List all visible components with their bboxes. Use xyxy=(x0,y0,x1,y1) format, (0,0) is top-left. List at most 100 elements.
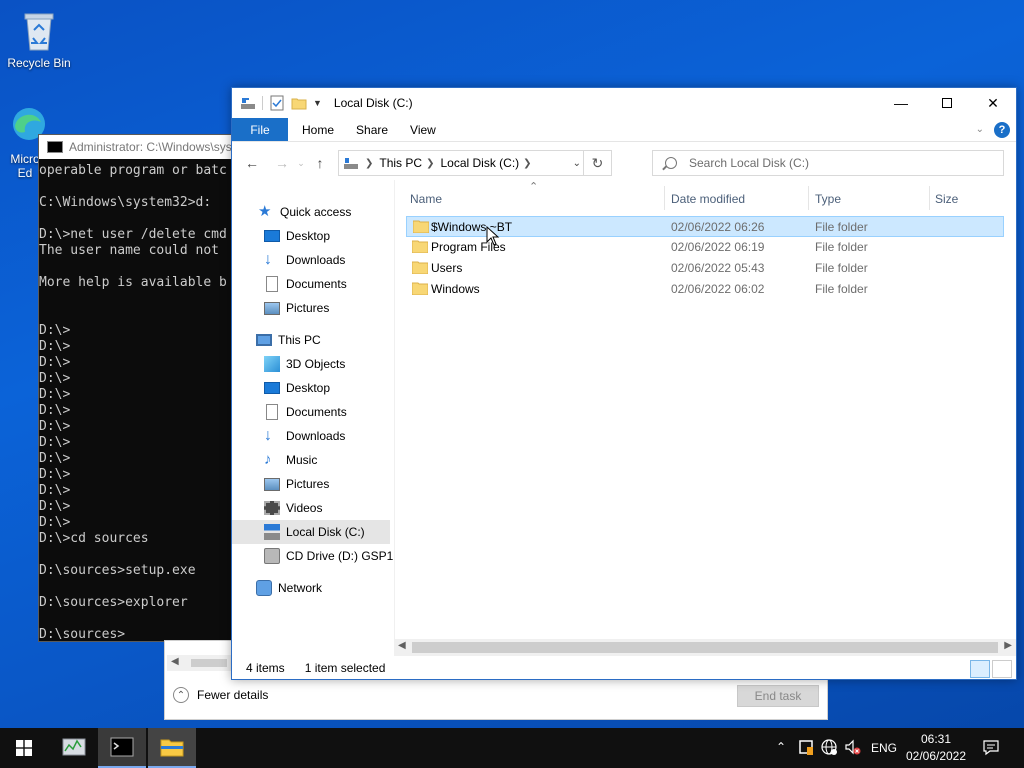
recent-locations-button[interactable]: ⌄ xyxy=(294,151,308,175)
nav-quick-access[interactable]: ★ Quick access xyxy=(258,200,394,224)
windows-update-icon[interactable] xyxy=(798,738,814,759)
breadcrumb-separator-icon[interactable]: ❯ xyxy=(523,158,531,169)
console-titlebar[interactable]: Administrator: C:\Windows\sys xyxy=(39,135,237,159)
breadcrumb-separator-icon[interactable]: ❯ xyxy=(426,158,434,169)
system-clock[interactable]: 06:31 02/06/2022 xyxy=(898,731,974,765)
expand-ribbon-chevron-icon[interactable]: ⌄ xyxy=(976,124,984,135)
file-name: Windows xyxy=(431,282,480,296)
breadcrumb-this-pc[interactable]: This PC xyxy=(379,156,422,170)
sort-ascending-chevron-icon: ⌃ xyxy=(529,181,539,193)
forward-arrow-icon: → xyxy=(275,155,289,171)
breadcrumb-separator-icon[interactable]: ❯ xyxy=(365,158,373,169)
recycle-bin-desktop-icon[interactable]: Recycle Bin xyxy=(0,8,78,70)
nav-qa-documents[interactable]: Documents 📌 xyxy=(264,272,394,296)
taskbar-file-explorer[interactable] xyxy=(148,728,196,768)
column-divider[interactable] xyxy=(664,186,665,210)
nav-qa-desktop[interactable]: Desktop 📌 xyxy=(264,224,394,248)
nav-videos[interactable]: Videos xyxy=(264,496,394,520)
cmd-icon xyxy=(47,141,63,153)
details-view-button[interactable] xyxy=(970,660,990,678)
nav-qa-downloads-label: Downloads xyxy=(286,253,346,267)
taskbar-task-manager[interactable] xyxy=(50,728,98,768)
column-header-size[interactable]: Size xyxy=(935,188,958,210)
search-box[interactable]: Search Local Disk (C:) xyxy=(652,150,1004,176)
pictures-icon xyxy=(264,301,280,315)
nav-music[interactable]: ♪ Music xyxy=(264,448,394,472)
nav-downloads[interactable]: ↓ Downloads xyxy=(264,424,394,448)
minimize-button[interactable]: — xyxy=(878,88,924,118)
console-title: Administrator: C:\Windows\sys xyxy=(69,140,232,154)
command-prompt-window[interactable]: Administrator: C:\Windows\sys operable p… xyxy=(38,134,238,642)
breadcrumb-local-disk[interactable]: Local Disk (C:) xyxy=(440,156,519,170)
tab-view[interactable]: View xyxy=(396,118,450,141)
console-output[interactable]: operable program or batc C:\Windows\syst… xyxy=(39,159,237,641)
tab-home[interactable]: Home xyxy=(288,118,348,141)
properties-icon[interactable] xyxy=(269,95,285,111)
scroll-left-arrow-icon: ◀ xyxy=(171,656,179,667)
task-manager-scrollbar[interactable]: ◀ xyxy=(167,655,237,671)
scroll-right-arrow-icon[interactable]: ▶ xyxy=(1004,640,1012,651)
document-icon xyxy=(266,276,278,292)
show-hidden-icons-chevron[interactable]: ⌃ xyxy=(776,740,786,754)
forward-button[interactable]: → xyxy=(270,151,294,175)
file-explorer-window[interactable]: ▼ Local Disk (C:) — ✕ File Home Share Vi… xyxy=(231,87,1017,680)
drive-icon[interactable] xyxy=(240,95,256,111)
ribbon-tabs: File Home Share View ⌄ ? xyxy=(232,118,1016,142)
nav-network[interactable]: Network xyxy=(256,576,394,600)
nav-documents[interactable]: Documents xyxy=(264,400,394,424)
customize-qat-dropdown-icon[interactable]: ▼ xyxy=(313,98,322,108)
volume-muted-icon[interactable] xyxy=(844,738,862,759)
tab-share[interactable]: Share xyxy=(348,118,396,141)
nav-this-pc[interactable]: This PC xyxy=(256,328,394,352)
new-folder-icon[interactable] xyxy=(291,95,307,111)
network-globe-icon[interactable] xyxy=(820,738,838,759)
notifications-icon[interactable] xyxy=(982,738,1000,759)
large-icons-view-button[interactable] xyxy=(992,660,1012,678)
taskbar-command-prompt[interactable] xyxy=(98,728,146,768)
input-language[interactable]: ENG xyxy=(871,741,897,755)
column-header-date-modified[interactable]: Date modified xyxy=(671,188,745,210)
nav-qa-pictures[interactable]: Pictures 📌 xyxy=(264,296,394,320)
start-button[interactable] xyxy=(0,728,48,768)
refresh-icon: ↻ xyxy=(591,154,604,171)
explorer-titlebar[interactable]: ▼ Local Disk (C:) — ✕ xyxy=(232,88,1016,118)
column-header-name[interactable]: Name xyxy=(410,188,442,210)
address-bar[interactable]: ❯ This PC ❯ Local Disk (C:) ❯ ⌄ ↻ xyxy=(338,150,612,176)
tab-file[interactable]: File xyxy=(232,118,288,141)
nav-3d-objects[interactable]: 3D Objects xyxy=(264,352,394,376)
task-manager-scroll-thumb[interactable] xyxy=(191,659,227,667)
nav-cd-drive[interactable]: CD Drive (D:) GSP1R xyxy=(264,544,394,568)
column-header-type[interactable]: Type xyxy=(815,188,841,210)
back-button[interactable]: ← xyxy=(240,151,264,175)
file-explorer-icon xyxy=(160,739,184,757)
up-button[interactable]: ↑ xyxy=(308,151,332,175)
nav-local-disk[interactable]: Local Disk (C:) xyxy=(232,520,390,544)
column-divider[interactable] xyxy=(929,186,930,210)
cd-drive-icon xyxy=(264,548,280,564)
horizontal-scrollbar[interactable]: ◀ ▶ xyxy=(394,639,1016,656)
file-row[interactable]: Windows 02/06/2022 06:02 File folder xyxy=(406,279,1004,300)
end-task-button[interactable]: End task xyxy=(737,685,819,707)
back-arrow-icon: ← xyxy=(245,155,259,171)
scrollbar-thumb[interactable] xyxy=(412,642,998,653)
address-dropdown-icon[interactable]: ⌄ xyxy=(573,158,581,169)
nav-pictures[interactable]: Pictures xyxy=(264,472,394,496)
file-type: File folder xyxy=(815,261,868,275)
column-divider[interactable] xyxy=(808,186,809,210)
nav-documents-label: Documents xyxy=(286,405,347,419)
help-icon[interactable]: ? xyxy=(994,121,1010,138)
film-icon xyxy=(264,501,280,515)
navigation-pane[interactable]: ★ Quick access Desktop 📌 ↓ Downloads 📌 D… xyxy=(232,188,394,658)
nav-qa-downloads[interactable]: ↓ Downloads 📌 xyxy=(264,248,394,272)
maximize-button[interactable] xyxy=(924,88,970,118)
scroll-left-arrow-icon[interactable]: ◀ xyxy=(398,640,406,651)
network-icon xyxy=(256,580,272,596)
nav-pictures-label: Pictures xyxy=(286,477,330,491)
close-button[interactable]: ✕ xyxy=(970,88,1016,118)
nav-desktop[interactable]: Desktop xyxy=(264,376,394,400)
item-count: 4 items xyxy=(246,661,285,675)
file-row[interactable]: Users 02/06/2022 05:43 File folder xyxy=(406,258,1004,279)
fewer-details-button[interactable]: ⌃ Fewer details xyxy=(173,687,268,703)
refresh-button[interactable]: ↻ xyxy=(583,151,611,175)
download-arrow-icon: ↓ xyxy=(264,251,272,268)
